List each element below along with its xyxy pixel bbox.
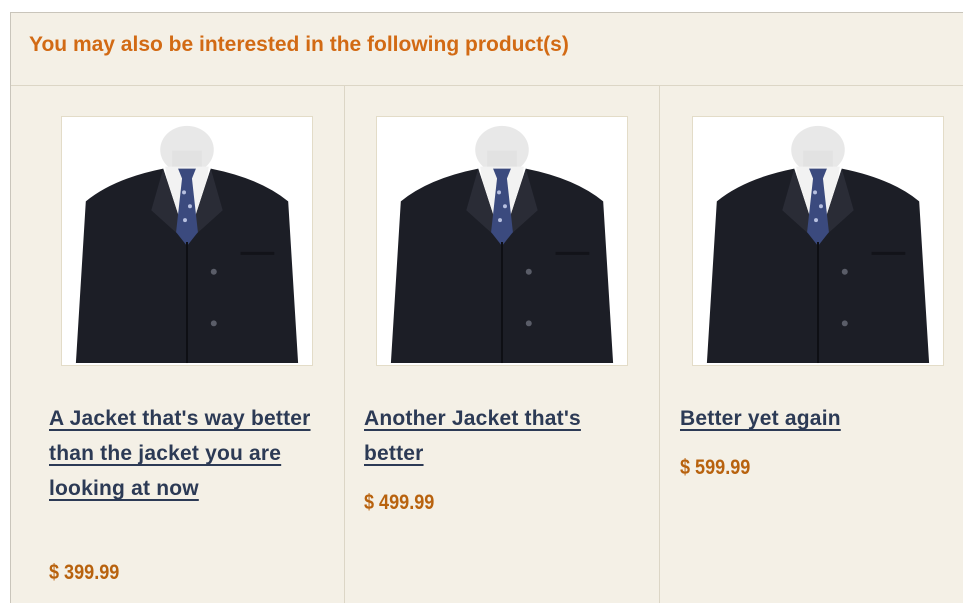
product-image[interactable] bbox=[61, 116, 313, 366]
page: You may also be interested in the follow… bbox=[0, 0, 963, 603]
product-name-link[interactable]: Better yet again bbox=[680, 401, 960, 436]
product-card: A Jacket that's way better than the jack… bbox=[49, 86, 341, 603]
product-name-link[interactable]: A Jacket that's way better than the jack… bbox=[49, 401, 329, 506]
product-price: $ 399.99 bbox=[49, 561, 120, 584]
product-card: Another Jacket that's better $ 499.99 bbox=[364, 86, 656, 603]
product-image[interactable] bbox=[376, 116, 628, 366]
section-title: You may also be interested in the follow… bbox=[29, 33, 569, 56]
related-products-panel: You may also be interested in the follow… bbox=[10, 12, 963, 603]
suit-jacket-icon bbox=[706, 125, 930, 364]
column-divider bbox=[344, 86, 345, 603]
suit-jacket-icon bbox=[390, 125, 614, 364]
suit-jacket-icon bbox=[75, 125, 299, 364]
product-name-link[interactable]: Another Jacket that's better bbox=[364, 401, 644, 471]
product-card: Better yet again $ 599.99 bbox=[680, 86, 962, 603]
product-price: $ 599.99 bbox=[680, 456, 751, 479]
product-price: $ 499.99 bbox=[364, 491, 435, 514]
product-grid: A Jacket that's way better than the jack… bbox=[11, 86, 963, 603]
column-divider bbox=[659, 86, 660, 603]
product-image[interactable] bbox=[692, 116, 944, 366]
